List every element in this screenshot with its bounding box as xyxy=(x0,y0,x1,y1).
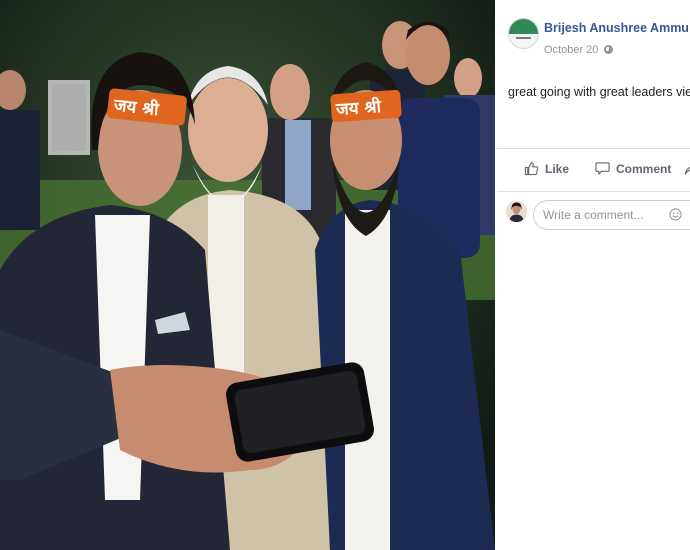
commenter-avatar[interactable] xyxy=(506,201,527,222)
comment-composer xyxy=(497,198,690,234)
avatar-cap xyxy=(509,19,538,34)
share-icon xyxy=(684,166,690,175)
comment-input[interactable] xyxy=(533,200,690,230)
share-button[interactable] xyxy=(684,161,690,176)
post-date[interactable]: October 20 xyxy=(544,44,598,56)
emoji-icon[interactable] xyxy=(669,208,682,221)
post-meta: October 20 xyxy=(544,44,614,56)
author-name[interactable]: Brijesh Anushree Ammu xyxy=(544,21,689,35)
headband-right-text: जय श्री xyxy=(334,96,382,120)
photo-scene: जय श्री जय श्री xyxy=(0,0,495,550)
like-icon xyxy=(524,162,539,176)
like-button[interactable]: Like xyxy=(524,161,569,176)
post-text: great going with great leaders views. xyxy=(508,85,690,99)
comment-button[interactable]: Comment xyxy=(595,161,671,176)
post-action-bar: Like Comment xyxy=(497,148,690,192)
post-panel: Brijesh Anushree Ammu October 20 great g… xyxy=(497,0,690,550)
post-photo[interactable]: जय श्री जय श्री xyxy=(0,0,495,550)
post-header: Brijesh Anushree Ammu October 20 xyxy=(497,0,690,70)
avatar-bar xyxy=(516,37,531,39)
comment-icon xyxy=(595,162,610,175)
globe-icon[interactable] xyxy=(604,45,614,54)
commenter-avatar-picture xyxy=(506,201,527,222)
author-avatar[interactable] xyxy=(508,18,539,49)
comment-label: Comment xyxy=(616,161,672,176)
like-label: Like xyxy=(545,161,570,176)
